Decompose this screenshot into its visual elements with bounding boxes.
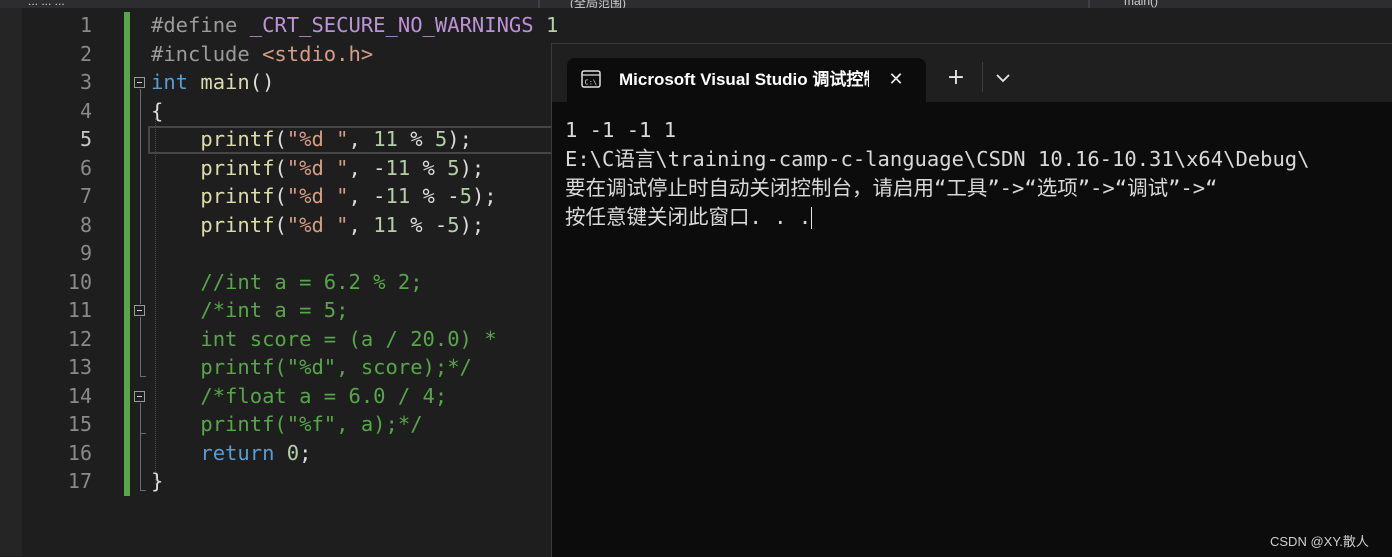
line-number: 11 — [67, 298, 92, 322]
line-number: 1 — [79, 13, 92, 37]
change-tracking-bar — [124, 12, 130, 496]
outline-line — [140, 89, 141, 304]
line-number: 5 — [79, 127, 92, 151]
output-line: 按任意键关闭此窗口. . . — [565, 203, 1392, 232]
line-number: 8 — [79, 212, 92, 237]
outline-end-tick — [140, 490, 146, 491]
chevron-down-icon[interactable] — [991, 66, 1015, 90]
console-titlebar: C:\ Microsoft Visual Studio 调试控制台 ✕ + — [552, 44, 1392, 102]
line-number: 10 — [67, 269, 92, 294]
text-cursor — [811, 207, 813, 229]
svg-text:C:\: C:\ — [585, 79, 598, 87]
editor-margin — [0, 8, 22, 556]
collapse-comment-icon[interactable] — [134, 305, 145, 316]
line-number: 6 — [79, 155, 92, 180]
new-tab-button[interactable]: + — [944, 66, 968, 90]
tab-separator — [1088, 0, 1090, 8]
console-tab-title: Microsoft Visual Studio 调试控制台 — [619, 70, 869, 89]
outline-end-tick — [140, 376, 146, 377]
line-number: 14 — [67, 383, 92, 408]
collapse-comment-icon[interactable] — [134, 391, 145, 402]
line-number: 3 — [79, 70, 92, 94]
console-app-icon: C:\ — [581, 70, 601, 88]
scope-dropdown[interactable]: (全局范围) — [570, 0, 626, 8]
titlebar-divider — [982, 62, 983, 92]
console-output[interactable]: 1 -1 -1 1 E:\C语言\training-camp-c-languag… — [565, 116, 1392, 246]
member-dropdown[interactable]: main() — [1124, 0, 1158, 8]
line-number: 16 — [67, 440, 92, 465]
outline-line — [140, 317, 141, 377]
output-line: E:\C语言\training-camp-c-language\CSDN 10.… — [565, 147, 1310, 171]
close-icon[interactable]: ✕ — [885, 69, 907, 91]
collapse-main-icon[interactable] — [134, 77, 145, 88]
line-number: 12 — [67, 326, 92, 351]
tab-separator — [538, 0, 540, 8]
file-tab[interactable]: ... ... ... — [28, 0, 65, 8]
outline-end-tick — [140, 433, 146, 434]
line-number: 17 — [67, 469, 92, 493]
console-tab[interactable]: C:\ Microsoft Visual Studio 调试控制台 ✕ — [567, 58, 926, 102]
output-line: 要在调试停止时自动关闭控制台，请启用“工具”->“选项”->“调试”->“ — [565, 176, 1218, 200]
debug-console-window[interactable]: C:\ Microsoft Visual Studio 调试控制台 ✕ + 1 … — [551, 43, 1392, 557]
editor-tab-strip: ... ... ... (全局范围) main() — [0, 0, 1392, 8]
press-key-prompt: 按任意键关闭此窗口. . . — [565, 205, 812, 229]
line-number: 7 — [79, 184, 92, 208]
line-number: 9 — [79, 241, 92, 265]
output-line: 1 -1 -1 1 — [565, 118, 677, 142]
outline-line — [140, 403, 141, 491]
line-number: 13 — [67, 355, 92, 379]
line-number: 4 — [79, 98, 92, 123]
watermark: CSDN @XY.散人 — [1270, 534, 1369, 549]
line-number: 2 — [79, 41, 92, 66]
line-number: 15 — [67, 412, 92, 436]
